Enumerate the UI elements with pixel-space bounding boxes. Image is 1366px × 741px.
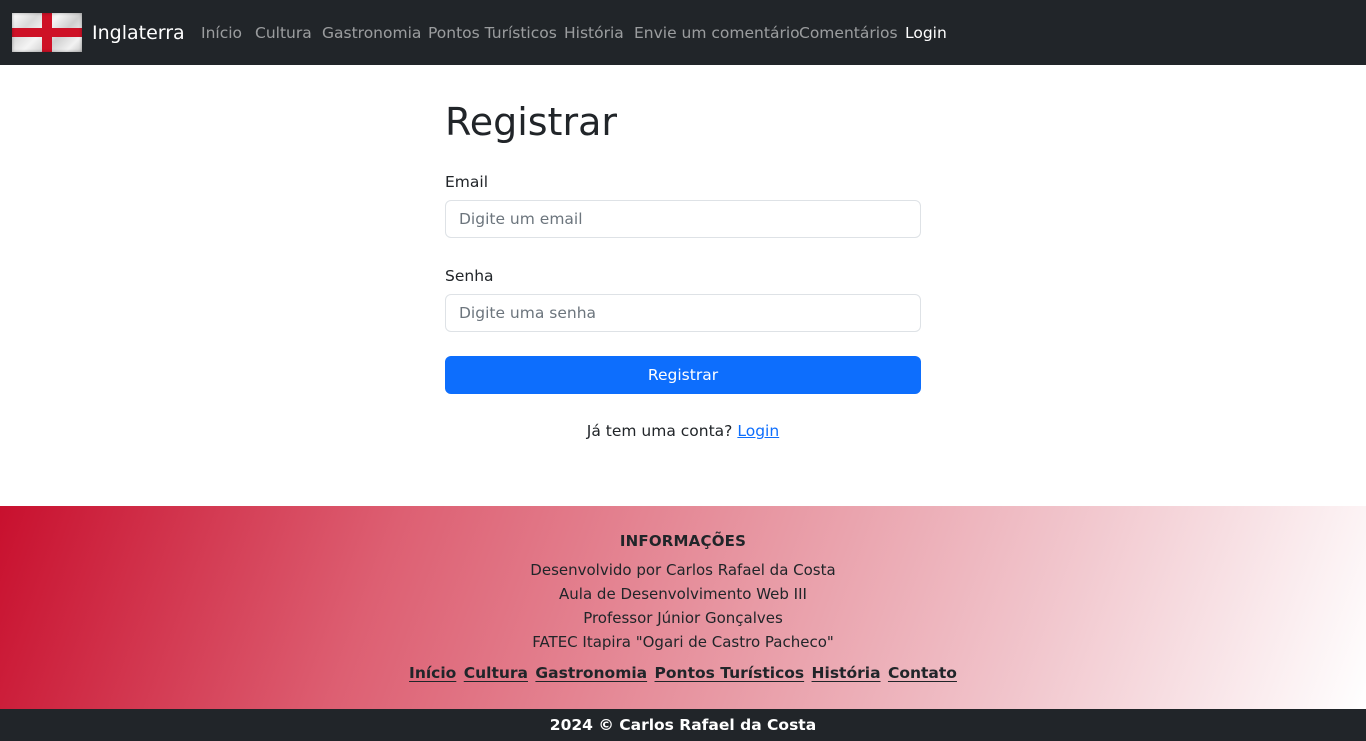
have-account-text: Já tem uma conta? — [586, 422, 733, 440]
footer-line-institution: FATEC Itapira "Ogari de Castro Pacheco" — [532, 633, 834, 651]
page-title: Registrar — [445, 100, 617, 144]
nav-link-historia[interactable]: História — [564, 23, 624, 43]
nav-link-login[interactable]: Login — [905, 23, 947, 43]
footer-line-class: Aula de Desenvolvimento Web III — [559, 585, 807, 603]
footer-link-historia[interactable]: História — [812, 664, 881, 682]
footer-line-professor: Professor Júnior Gonçalves — [583, 609, 783, 627]
navbar-brand[interactable]: Inglaterra — [92, 21, 185, 45]
england-flag-icon[interactable] — [12, 13, 82, 52]
nav-link-comentarios[interactable]: Comentários — [799, 23, 898, 43]
password-label: Senha — [445, 267, 494, 285]
register-button[interactable]: Registrar — [445, 356, 921, 394]
nav-link-cultura[interactable]: Cultura — [255, 23, 312, 43]
footer-title: INFORMAÇÕES — [619, 532, 747, 550]
nav-link-envie-comentario[interactable]: Envie um comentário — [634, 23, 800, 43]
footer-link-contato[interactable]: Contato — [888, 664, 957, 682]
register-form: Registrar Email Senha Registrar Já tem u… — [445, 96, 921, 440]
footer: INFORMAÇÕES Desenvolvido por Carlos Rafa… — [0, 506, 1366, 709]
nav-link-inicio[interactable]: Início — [201, 23, 242, 43]
nav-link-pontos-turisticos[interactable]: Pontos Turísticos — [428, 23, 557, 43]
footer-links: Início Cultura Gastronomia Pontos Turíst… — [0, 664, 1366, 682]
footer-link-gastronomia[interactable]: Gastronomia — [535, 664, 647, 682]
top-navbar: Inglaterra Início Cultura Gastronomia Po… — [0, 0, 1366, 65]
login-link[interactable]: Login — [737, 422, 779, 440]
copyright-bar: 2024 © Carlos Rafael da Costa — [0, 709, 1366, 741]
footer-link-pontos-turisticos[interactable]: Pontos Turísticos — [655, 664, 805, 682]
email-field[interactable] — [445, 200, 921, 238]
footer-line-developer: Desenvolvido por Carlos Rafael da Costa — [530, 561, 836, 579]
footer-link-inicio[interactable]: Início — [409, 664, 456, 682]
nav-link-gastronomia[interactable]: Gastronomia — [322, 23, 421, 43]
have-account-line: Já tem uma conta? Login — [445, 421, 921, 441]
footer-link-cultura[interactable]: Cultura — [464, 664, 528, 682]
email-label: Email — [445, 173, 489, 191]
password-field[interactable] — [445, 294, 921, 332]
